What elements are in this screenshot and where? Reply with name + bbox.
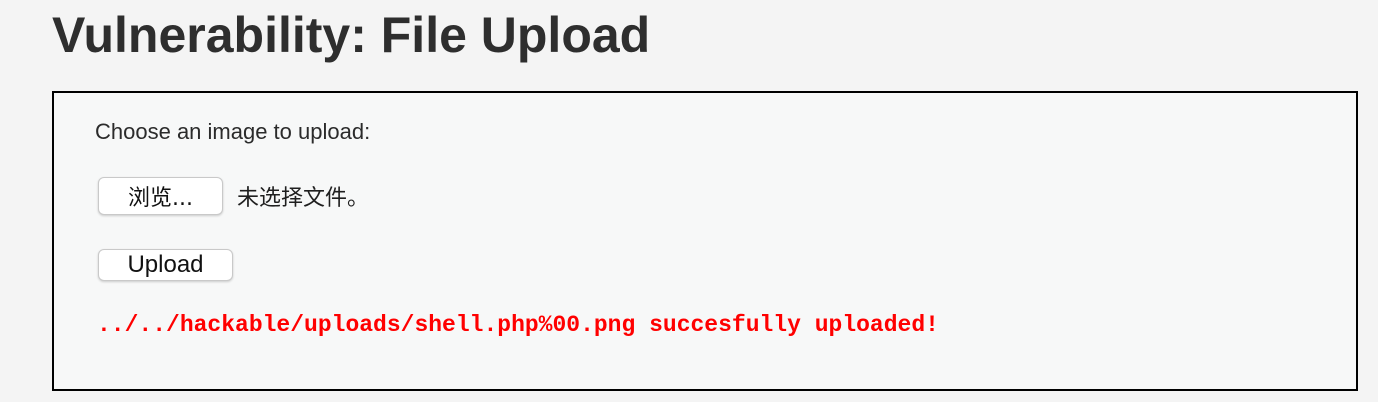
upload-form-box: Choose an image to upload: 浏览... 未选择文件。 …: [52, 91, 1358, 391]
file-status-text: 未选择文件。: [237, 186, 370, 211]
upload-result-message: ../../hackable/uploads/shell.php%00.png …: [97, 312, 939, 338]
upload-button[interactable]: Upload: [98, 249, 233, 281]
upload-prompt: Choose an image to upload:: [95, 119, 371, 144]
page-title: Vulnerability: File Upload: [52, 7, 651, 63]
file-input[interactable]: 浏览... 未选择文件。: [98, 176, 369, 216]
browse-button[interactable]: 浏览...: [98, 177, 223, 215]
